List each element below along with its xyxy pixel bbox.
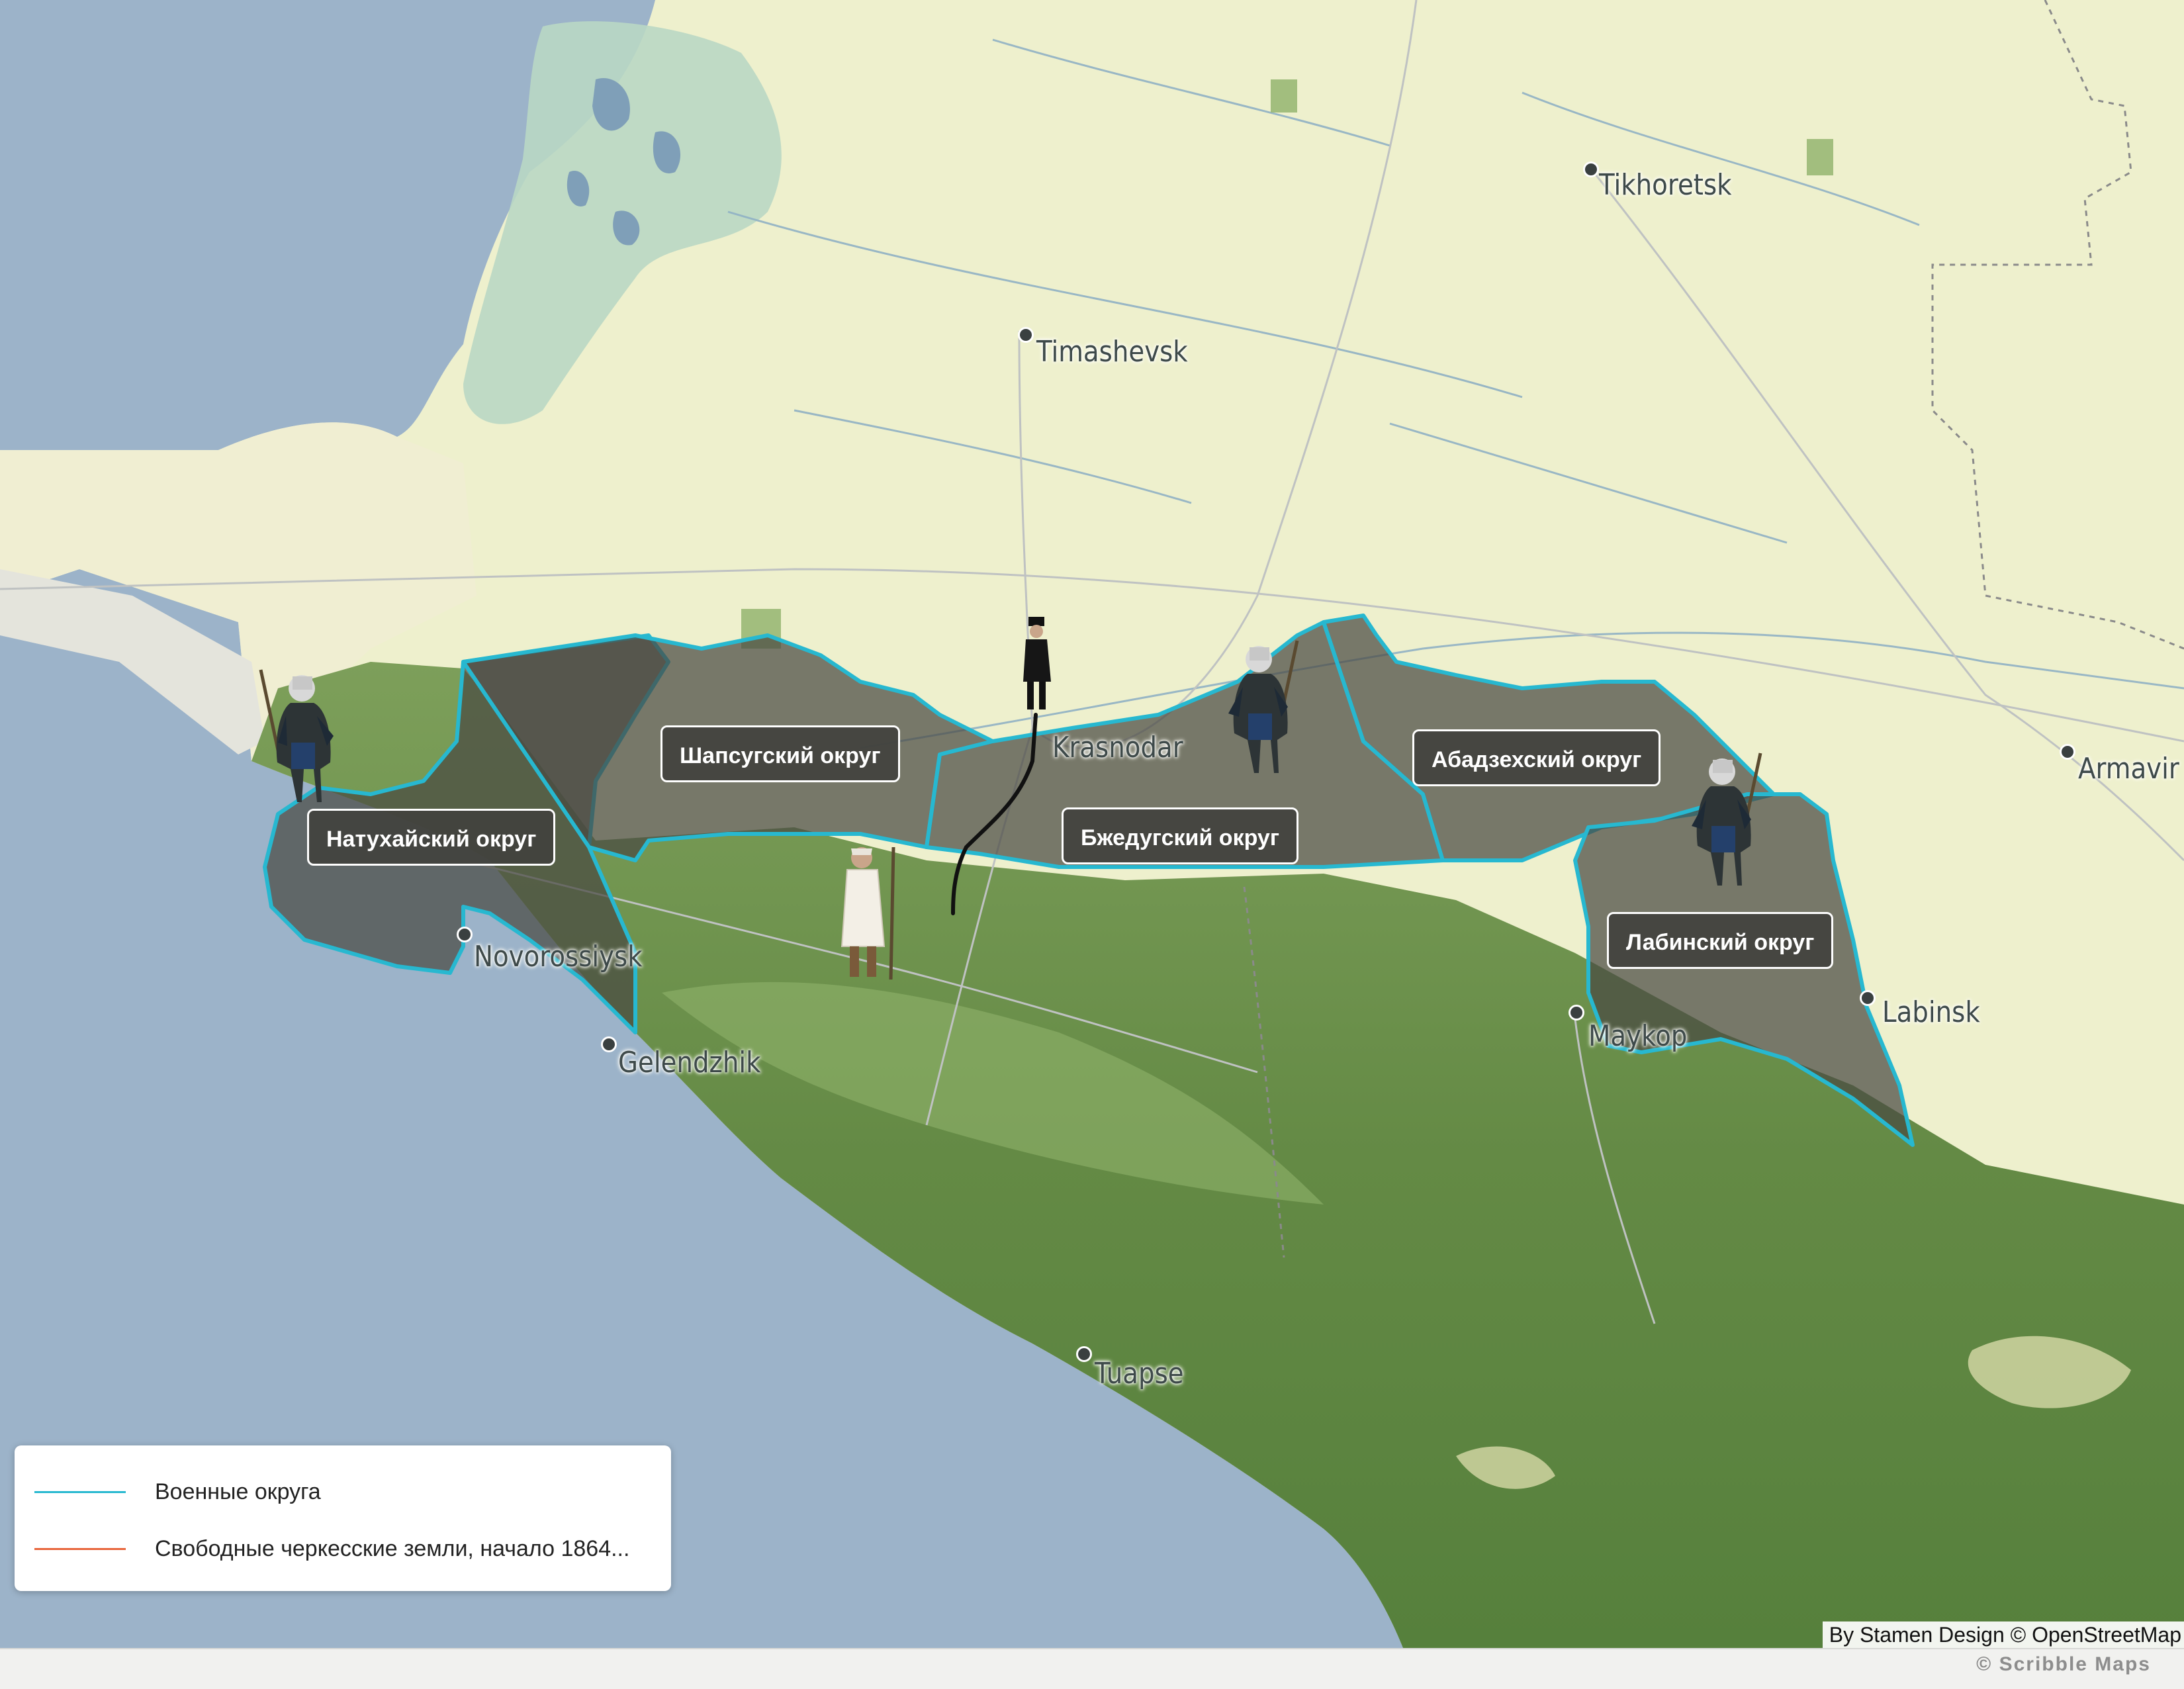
city-dot	[1860, 990, 1876, 1006]
city-dot	[1583, 161, 1599, 177]
district-label-bzhedug[interactable]: Бжедугский округ	[1062, 807, 1298, 864]
footer-bar: © Scribble Maps	[0, 1648, 2184, 1689]
circassian-warrior-icon	[1692, 753, 1762, 886]
city-label: Tikhoretsk	[1599, 168, 1732, 202]
district-label-abadzekh[interactable]: Абадзехский округ	[1412, 729, 1661, 786]
city-label: Labinsk	[1882, 995, 1980, 1029]
city-dot	[1076, 1346, 1092, 1362]
city-label: Armavir	[2078, 752, 2179, 786]
legend-label: Свободные черкесские земли, начало 1864.…	[155, 1535, 630, 1561]
district-label-natukhay[interactable]: Натухайский округ	[307, 809, 556, 866]
city-label: Tuapse	[1095, 1357, 1184, 1391]
district-label-shapsug[interactable]: Шапсугский округ	[660, 725, 900, 782]
district-label-labin[interactable]: Лабинский округ	[1607, 912, 1834, 969]
legend-line-swatch	[34, 1490, 126, 1493]
scribble-maps-brand[interactable]: © Scribble Maps	[1976, 1653, 2151, 1676]
circassian-warrior-icon	[1228, 640, 1299, 773]
legend-line-swatch	[34, 1547, 126, 1550]
legend-label: Военные округа	[155, 1479, 321, 1504]
city-label: Gelendzhik	[618, 1046, 761, 1079]
legend-item-military-districts[interactable]: Военные округа	[34, 1472, 321, 1512]
city-dot	[457, 927, 473, 942]
city-label: Maykop	[1588, 1019, 1688, 1053]
officer-figure-icon	[1023, 617, 1051, 709]
map-legend: Военные округа Свободные черкесские земл…	[15, 1445, 671, 1591]
city-label: Novorossiysk	[474, 940, 643, 974]
city-dot	[2060, 744, 2075, 760]
city-dot	[1018, 327, 1034, 343]
map-canvas[interactable]: Tikhoretsk Timashevsk Krasnodar Armavir …	[0, 0, 2184, 1648]
city-label: Timashevsk	[1036, 335, 1188, 369]
city-dot	[601, 1036, 617, 1052]
legend-item-free-lands[interactable]: Свободные черкесские земли, начало 1864.…	[34, 1529, 629, 1569]
city-label: Krasnodar	[1052, 731, 1183, 764]
city-dot	[1569, 1005, 1584, 1021]
highlander-figure-icon	[841, 846, 895, 980]
map-attribution: By Stamen Design © OpenStreetMap	[1822, 1621, 2184, 1648]
circassian-warrior-icon	[259, 669, 334, 802]
